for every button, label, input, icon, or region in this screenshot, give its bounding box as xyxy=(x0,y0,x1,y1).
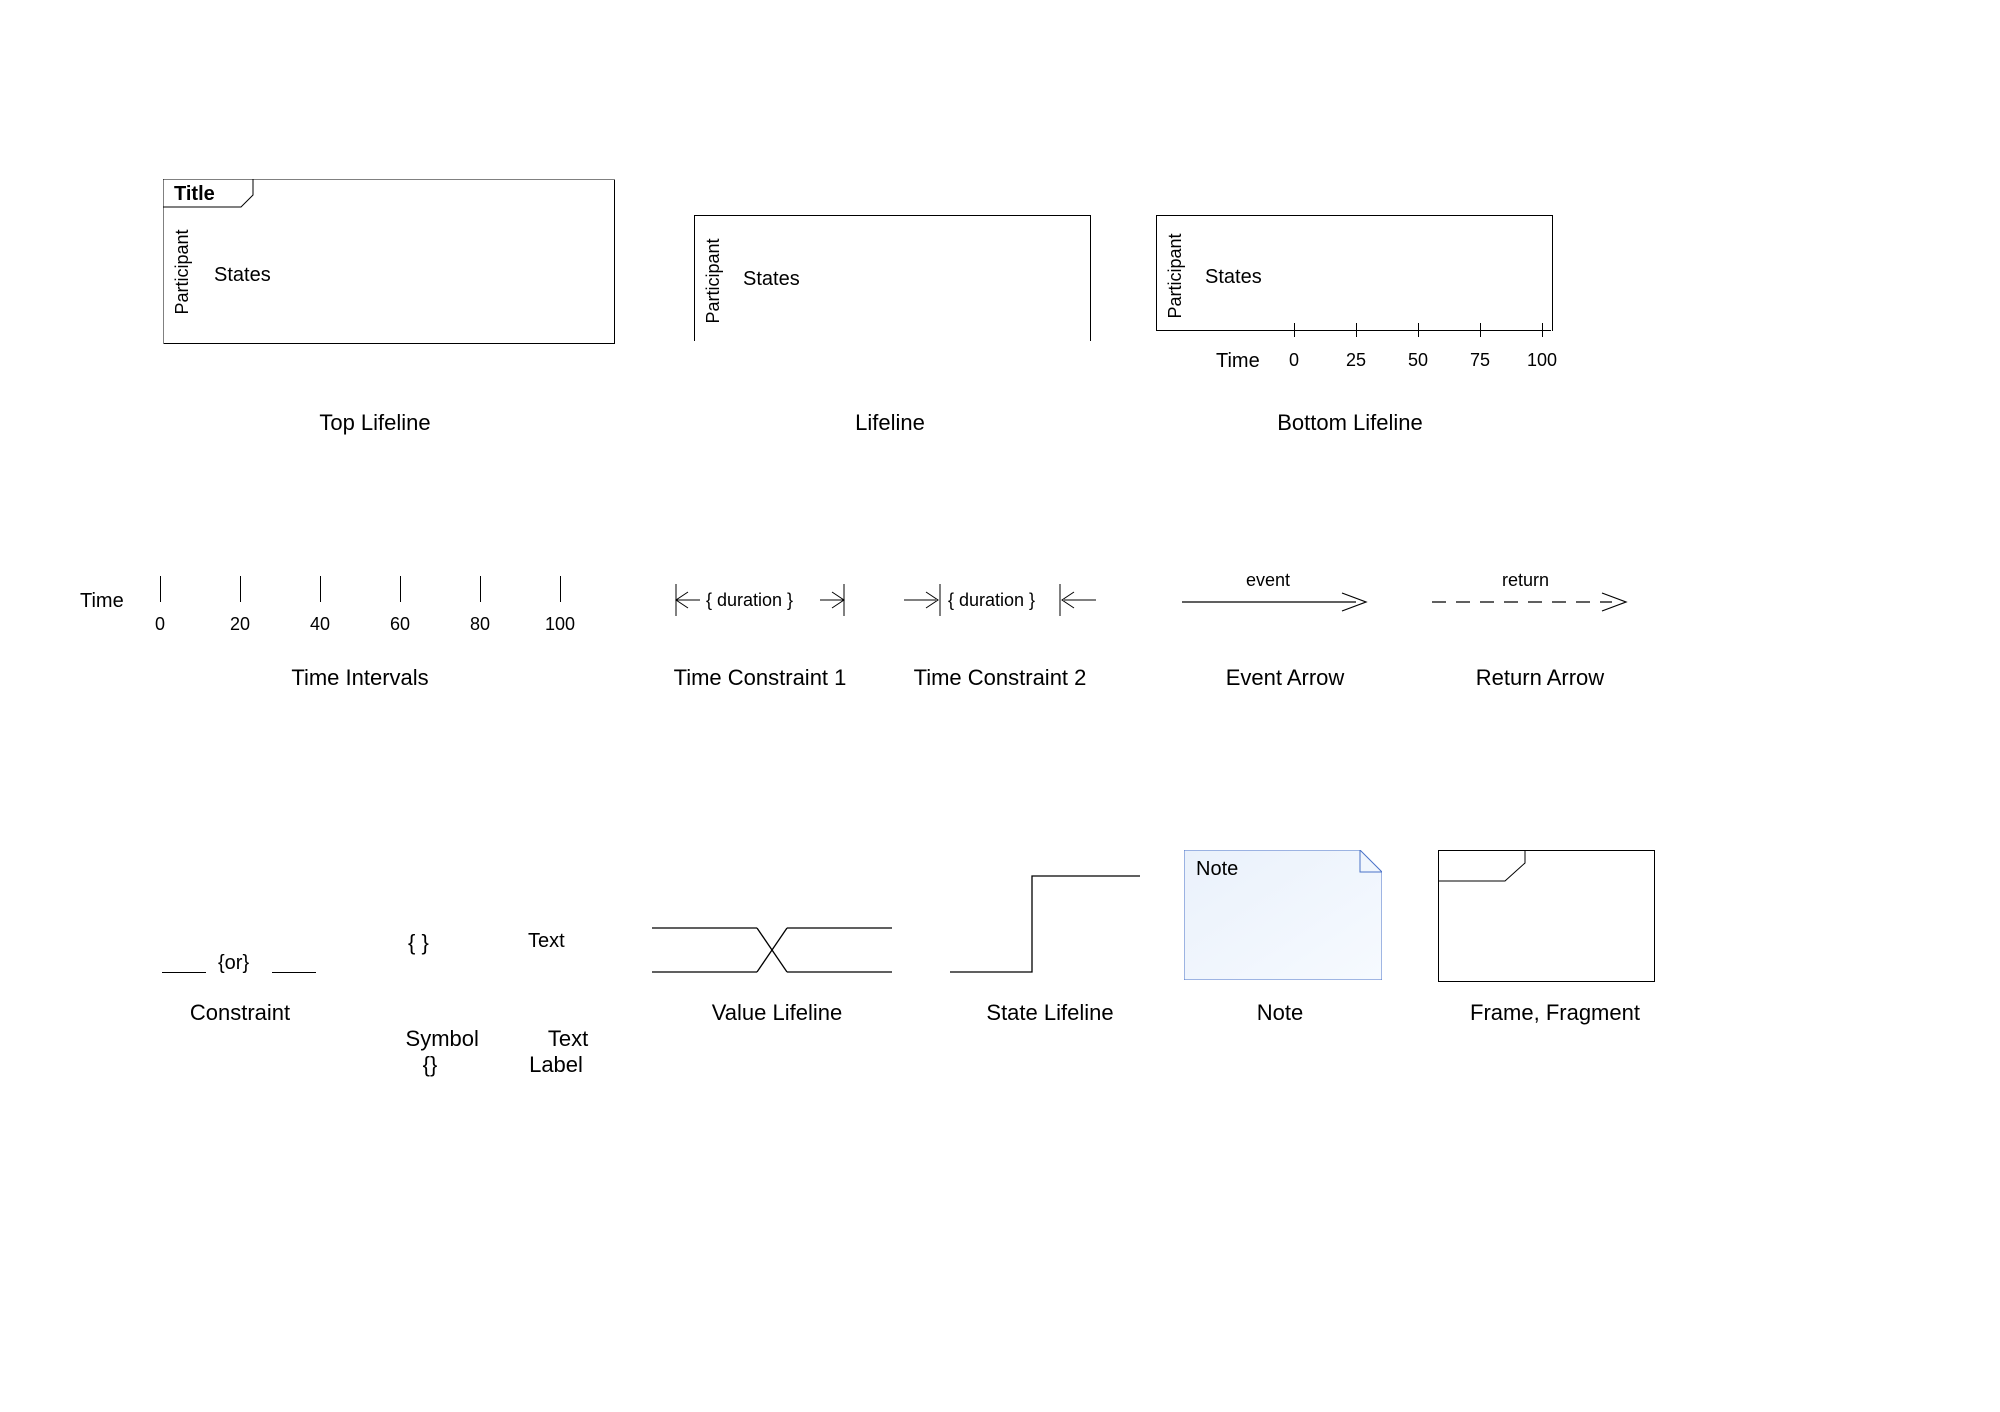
caption-bottom-lifeline: Bottom Lifeline xyxy=(1240,410,1460,436)
state-lifeline-icon xyxy=(950,870,1140,980)
caption-top-lifeline: Top Lifeline xyxy=(265,410,485,436)
ti-tick xyxy=(560,576,561,602)
top-lifeline-title: Title xyxy=(174,183,215,206)
symbol-text: { } xyxy=(408,930,429,956)
bottom-tick xyxy=(1418,323,1419,337)
bottom-tick-label: 75 xyxy=(1470,350,1490,371)
bottom-tick xyxy=(1480,323,1481,337)
constraint-line-left xyxy=(162,972,206,973)
lifeline-frame: Participant States xyxy=(694,215,1091,341)
ti-tick xyxy=(400,576,401,602)
bottom-tick-label: 100 xyxy=(1527,350,1557,371)
top-lifeline-participant: Participant xyxy=(172,229,193,314)
caption-constraint: Constraint xyxy=(180,1000,300,1026)
top-lifeline-states: States xyxy=(214,264,271,287)
caption-note: Note xyxy=(1240,1000,1320,1026)
constraint-line-right xyxy=(272,972,316,973)
ti-tick xyxy=(160,576,161,602)
caption-time-intervals: Time Intervals xyxy=(260,665,460,691)
caption-value-lifeline: Value Lifeline xyxy=(692,1000,862,1026)
bottom-lifeline-states: States xyxy=(1205,266,1262,289)
bottom-tick-label: 50 xyxy=(1408,350,1428,371)
bottom-tick-label: 25 xyxy=(1346,350,1366,371)
ti-tick xyxy=(320,576,321,602)
time-constraint-1-text: { duration } xyxy=(706,590,793,611)
lifeline-states: States xyxy=(743,268,800,291)
ti-tick xyxy=(480,576,481,602)
ti-tick-label: 100 xyxy=(545,614,575,635)
frame-shape xyxy=(1438,850,1655,982)
event-arrow-icon xyxy=(1180,590,1370,614)
time-intervals-baseline xyxy=(147,605,597,606)
value-lifeline-icon xyxy=(652,920,892,980)
caption-symbol: Symbol{} xyxy=(380,1000,480,1130)
ti-tick-label: 0 xyxy=(155,614,165,635)
top-lifeline-frame: Title Participant States xyxy=(164,180,615,344)
ti-tick-label: 40 xyxy=(310,614,330,635)
bottom-tick xyxy=(1542,323,1543,337)
caption-event-arrow: Event Arrow xyxy=(1205,665,1365,691)
note-text: Note xyxy=(1196,858,1238,881)
note-shape: Note xyxy=(1184,850,1382,980)
caption-text-label: TextLabel xyxy=(516,1000,596,1130)
lifeline-participant: Participant xyxy=(703,238,724,323)
bottom-lifeline-baseline xyxy=(1156,330,1551,331)
bottom-tick xyxy=(1294,323,1295,337)
bottom-tick-label: 0 xyxy=(1289,350,1299,371)
ti-tick-label: 60 xyxy=(390,614,410,635)
constraint-text: {or} xyxy=(218,952,249,975)
ti-tick-label: 20 xyxy=(230,614,250,635)
bottom-lifeline-time-label: Time xyxy=(1216,350,1260,373)
ti-tick xyxy=(240,576,241,602)
return-arrow-icon xyxy=(1430,590,1630,614)
caption-frame: Frame, Fragment xyxy=(1455,1000,1655,1026)
text-label-text: Text xyxy=(528,930,565,953)
return-arrow-text: return xyxy=(1502,570,1549,591)
bottom-tick xyxy=(1356,323,1357,337)
caption-lifeline: Lifeline xyxy=(780,410,1000,436)
event-arrow-text: event xyxy=(1246,570,1290,591)
time-constraint-2-text: { duration } xyxy=(948,590,1035,611)
time-intervals-label: Time xyxy=(80,590,124,613)
ti-tick-label: 80 xyxy=(470,614,490,635)
bottom-lifeline-participant: Participant xyxy=(1165,233,1186,318)
caption-tc1: Time Constraint 1 xyxy=(660,665,860,691)
caption-tc2: Time Constraint 2 xyxy=(900,665,1100,691)
bottom-lifeline-frame: Participant States xyxy=(1156,215,1553,331)
caption-return-arrow: Return Arrow xyxy=(1460,665,1620,691)
caption-state-lifeline: State Lifeline xyxy=(970,1000,1130,1026)
